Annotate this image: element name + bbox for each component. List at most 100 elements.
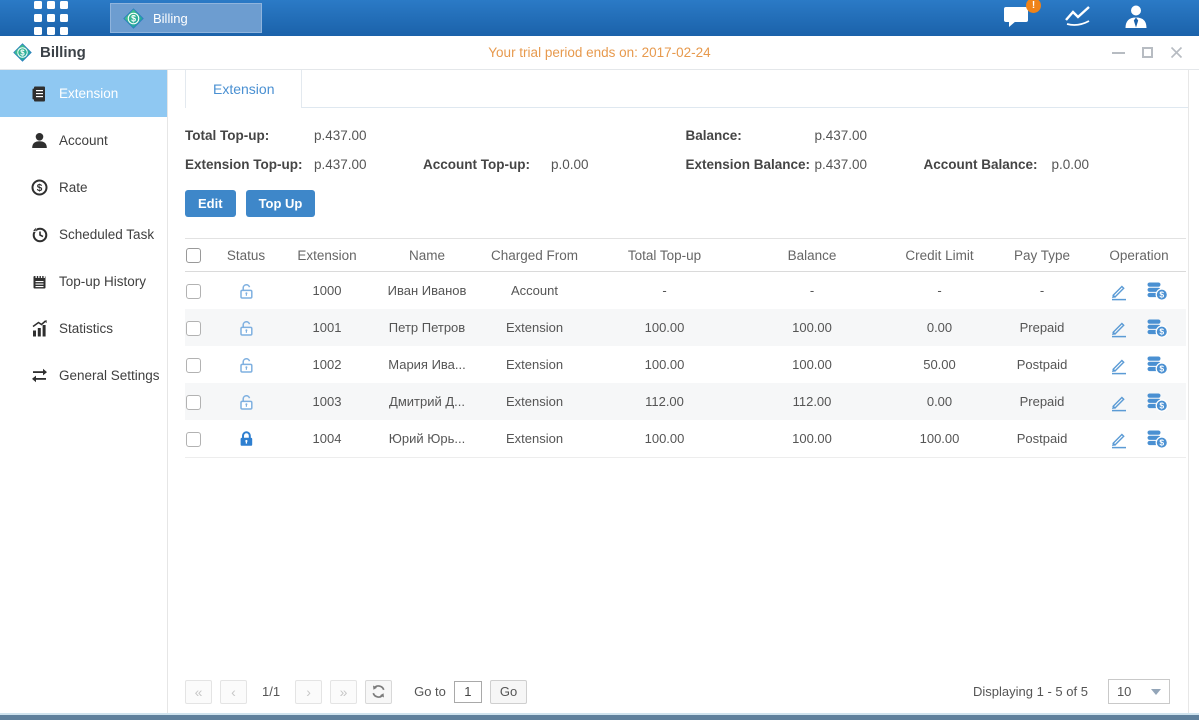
sidebar-item-statistics[interactable]: Statistics	[0, 305, 167, 352]
extension-topup-label: Extension Top-up:	[185, 157, 314, 172]
tab-extension[interactable]: Extension	[185, 70, 302, 108]
prev-page-button[interactable]: ‹	[220, 680, 247, 704]
sidebar-item-account[interactable]: Account	[0, 117, 167, 164]
clock-icon	[31, 226, 48, 243]
edit-pencil-icon[interactable]	[1109, 392, 1129, 412]
column-total-topup: Total Top-up	[592, 239, 737, 272]
table-row[interactable]: 1000 Иван Иванов Account - - - - $	[185, 272, 1186, 310]
cell-total-topup: 100.00	[592, 346, 737, 383]
top-app-bar: $ Billing !	[0, 0, 1199, 36]
row-checkbox[interactable]	[186, 432, 201, 447]
balance-label: Balance:	[685, 128, 814, 143]
top-up-button[interactable]: Top Up	[246, 190, 316, 217]
notification-badge: !	[1026, 0, 1041, 13]
cell-pay-type: Postpaid	[992, 346, 1092, 383]
table-row[interactable]: 1001 Петр Петров Extension 100.00 100.00…	[185, 309, 1186, 346]
row-checkbox[interactable]	[186, 321, 201, 336]
account-topup-value: p.0.00	[551, 157, 685, 172]
user-icon[interactable]	[1123, 3, 1149, 34]
column-credit-limit: Credit Limit	[887, 239, 992, 272]
topup-coins-icon[interactable]: $	[1146, 392, 1168, 412]
page-size-select[interactable]: 10	[1108, 679, 1170, 704]
cell-charged-from: Extension	[477, 346, 592, 383]
notepad-icon	[31, 273, 48, 290]
cell-charged-from: Extension	[477, 420, 592, 458]
edit-button[interactable]: Edit	[185, 190, 236, 217]
last-page-button[interactable]: »	[330, 680, 357, 704]
row-checkbox[interactable]	[186, 395, 201, 410]
messages-icon[interactable]: !	[1003, 4, 1033, 33]
column-operation: Operation	[1092, 239, 1186, 272]
cell-total-topup: -	[592, 272, 737, 310]
edit-pencil-icon[interactable]	[1109, 429, 1129, 449]
cell-balance: 100.00	[737, 420, 887, 458]
select-all-checkbox[interactable]	[186, 248, 201, 263]
topup-coins-icon[interactable]: $	[1146, 355, 1168, 375]
cell-pay-type: Prepaid	[992, 309, 1092, 346]
cell-total-topup: 100.00	[592, 420, 737, 458]
cell-charged-from: Extension	[477, 383, 592, 420]
first-page-button[interactable]: «	[185, 680, 212, 704]
goto-label: Go to	[414, 684, 446, 699]
app-tab-label: Billing	[153, 11, 188, 26]
chevron-down-icon	[1151, 689, 1161, 695]
table-row[interactable]: 1004 Юрий Юрь... Extension 100.00 100.00…	[185, 420, 1186, 458]
refresh-icon	[371, 684, 386, 699]
topup-coins-icon[interactable]: $	[1146, 429, 1168, 449]
cell-extension: 1002	[277, 346, 377, 383]
row-checkbox[interactable]	[186, 284, 201, 299]
svg-text:$: $	[1160, 289, 1165, 299]
trial-notice: Your trial period ends on: 2017-02-24	[0, 45, 1199, 60]
minimize-button[interactable]	[1111, 46, 1125, 60]
window-controls	[1111, 46, 1183, 60]
close-button[interactable]	[1169, 46, 1183, 60]
page-indicator: 1/1	[262, 684, 280, 699]
column-pay-type: Pay Type	[992, 239, 1092, 272]
maximize-button[interactable]	[1140, 46, 1154, 60]
refresh-button[interactable]	[365, 680, 392, 704]
resource-monitor-icon[interactable]	[1063, 4, 1093, 33]
apps-grid-icon[interactable]	[34, 1, 68, 35]
goto-page-input[interactable]	[454, 681, 482, 703]
cell-extension: 1003	[277, 383, 377, 420]
edit-pencil-icon[interactable]	[1109, 355, 1129, 375]
extension-balance-label: Extension Balance:	[685, 157, 814, 172]
svg-text:$: $	[131, 13, 136, 23]
app-tab-billing[interactable]: $ Billing	[110, 3, 262, 33]
cell-balance: -	[737, 272, 887, 310]
table-row[interactable]: 1003 Дмитрий Д... Extension 112.00 112.0…	[185, 383, 1186, 420]
row-checkbox[interactable]	[186, 358, 201, 373]
person-icon	[31, 132, 48, 149]
sidebar-item-extension[interactable]: Extension	[0, 70, 167, 117]
sidebar-item-topup-history[interactable]: Top-up History	[0, 258, 167, 305]
table-row[interactable]: 1002 Мария Ива... Extension 100.00 100.0…	[185, 346, 1186, 383]
cell-name: Дмитрий Д...	[377, 383, 477, 420]
scrollbar-gutter[interactable]	[1188, 70, 1199, 713]
summary-panel: Total Top-up: p.437.00 Extension Top-up:…	[185, 128, 1186, 172]
next-page-button[interactable]: ›	[295, 680, 322, 704]
edit-pencil-icon[interactable]	[1109, 318, 1129, 338]
cell-balance: 100.00	[737, 346, 887, 383]
balance-value: p.437.00	[814, 128, 923, 143]
lock-open-icon	[237, 281, 256, 300]
sidebar-item-scheduled-task[interactable]: Scheduled Task	[0, 211, 167, 258]
lock-closed-icon	[237, 429, 256, 448]
window-titlebar: $ Billing Your trial period ends on: 201…	[0, 36, 1199, 70]
sidebar-item-label: Account	[59, 133, 108, 148]
edit-pencil-icon[interactable]	[1109, 281, 1129, 301]
svg-text:$: $	[37, 183, 43, 194]
extension-balance-value: p.437.00	[814, 157, 923, 172]
cell-pay-type: Prepaid	[992, 383, 1092, 420]
topup-coins-icon[interactable]: $	[1146, 318, 1168, 338]
topup-coins-icon[interactable]: $	[1146, 281, 1168, 301]
total-topup-label: Total Top-up:	[185, 128, 314, 143]
sidebar-item-rate[interactable]: $ Rate	[0, 164, 167, 211]
go-button[interactable]: Go	[490, 680, 527, 704]
cell-charged-from: Account	[477, 272, 592, 310]
sidebar-item-general-settings[interactable]: General Settings	[0, 352, 167, 399]
cell-balance: 112.00	[737, 383, 887, 420]
column-status: Status	[215, 239, 277, 272]
action-buttons: Edit Top Up	[185, 190, 1188, 217]
tab-strip: Extension	[185, 70, 1188, 108]
cell-name: Петр Петров	[377, 309, 477, 346]
